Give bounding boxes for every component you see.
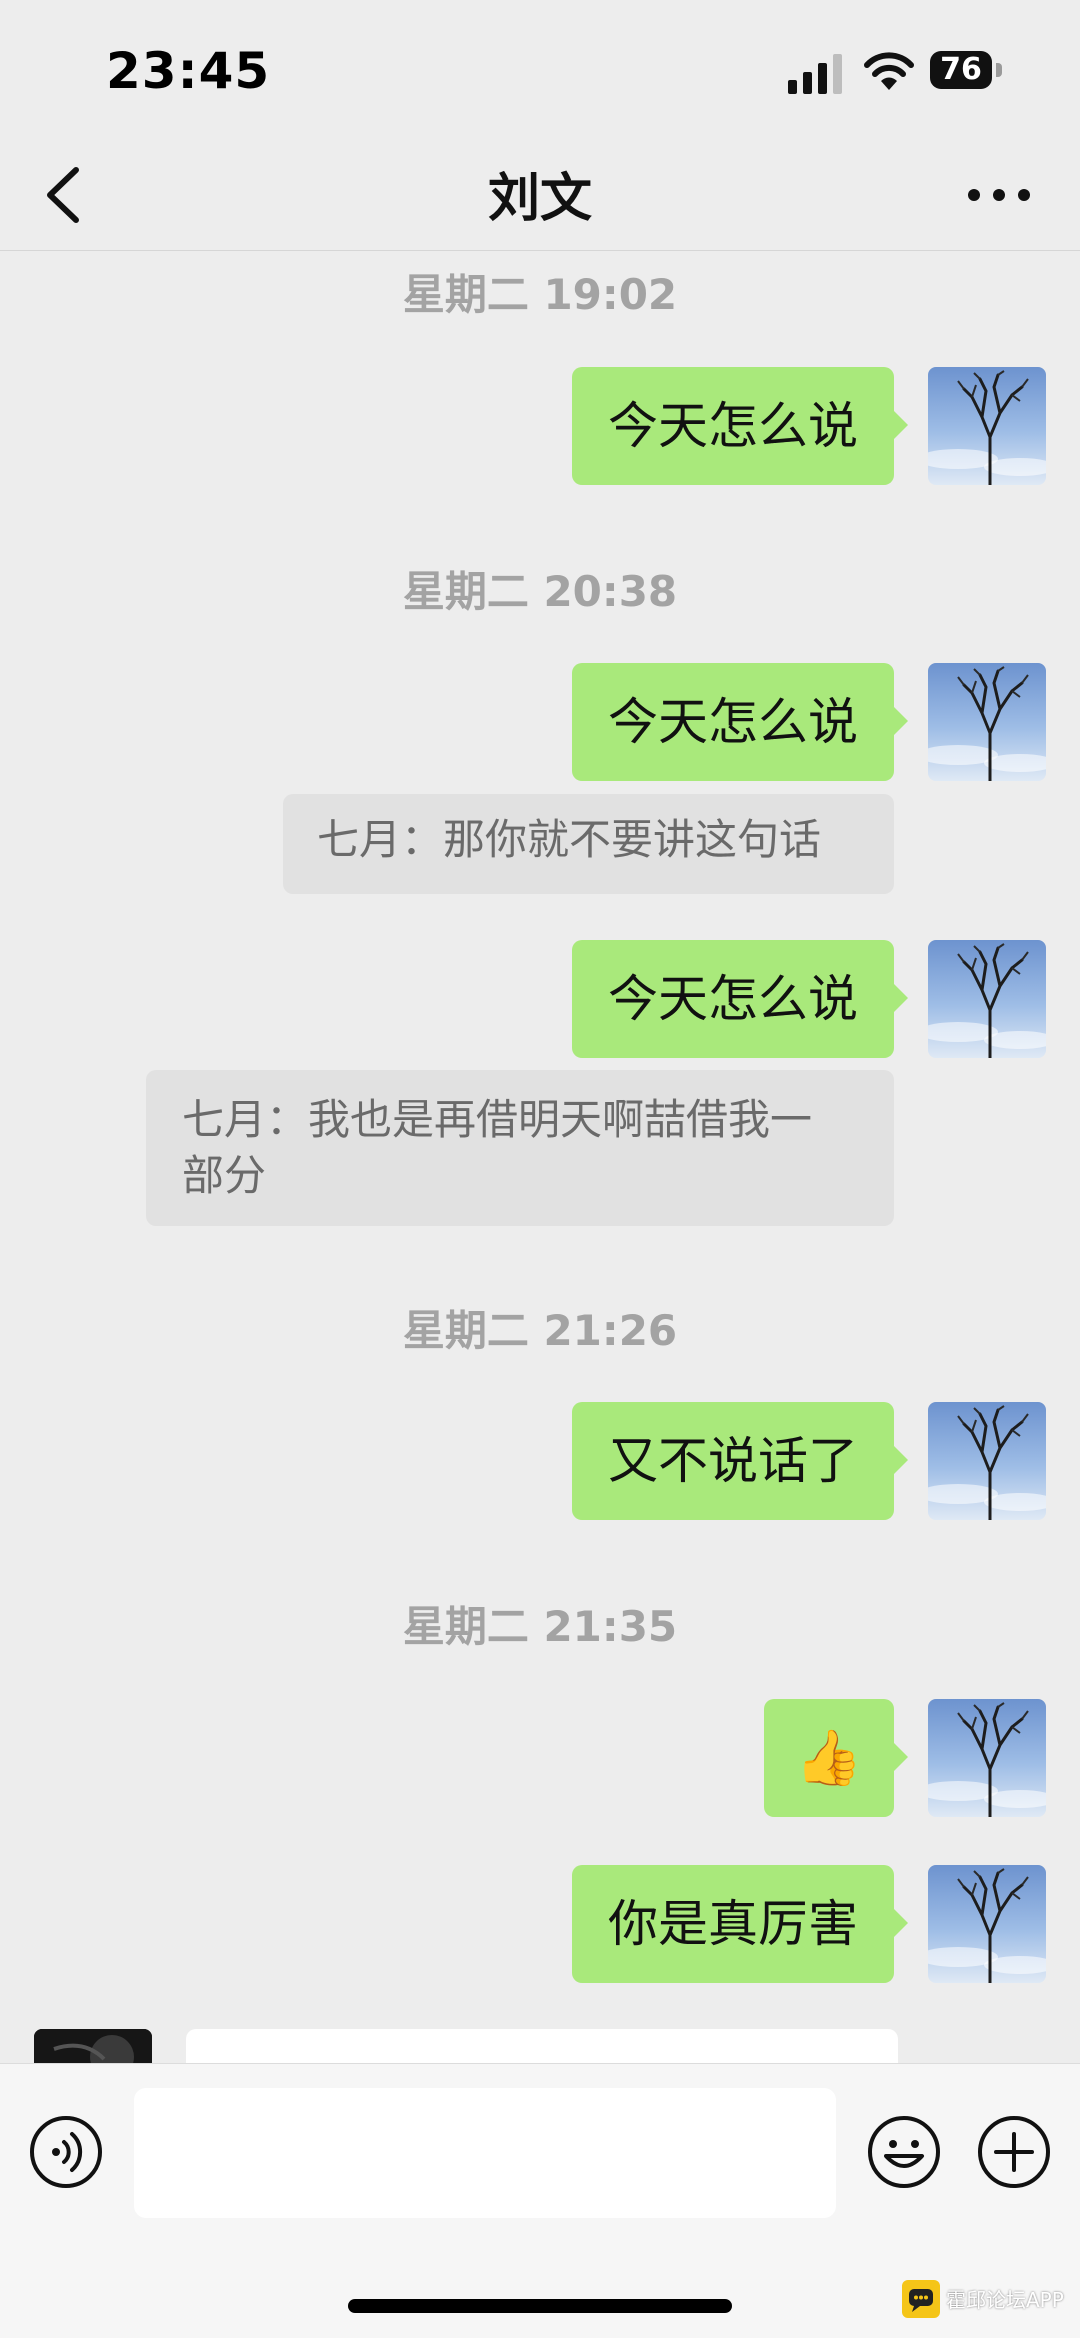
outgoing-message[interactable]: 又不说话了 — [572, 1402, 908, 1520]
quoted-message[interactable]: 七月：我也是再借明天啊喆借我一 部分 — [146, 1070, 894, 1226]
outgoing-message[interactable]: 今天怎么说 — [572, 663, 908, 781]
more-options-icon[interactable] — [966, 180, 1032, 210]
outgoing-emoji-message[interactable]: 👍 — [764, 1699, 908, 1817]
my-avatar[interactable] — [928, 663, 1046, 781]
message-timestamp: 星期二 21:35 — [402, 1602, 678, 1651]
my-avatar[interactable] — [928, 367, 1046, 485]
incoming-message[interactable] — [186, 2029, 898, 2063]
emoji-icon[interactable] — [866, 2114, 942, 2190]
outgoing-message[interactable]: 你是真厉害 — [572, 1865, 908, 1983]
home-indicator — [348, 2299, 732, 2313]
watermark: 霍邱论坛APP — [900, 2278, 1080, 2328]
contact-avatar[interactable] — [34, 2029, 152, 2063]
chat-title: 刘文 — [487, 169, 592, 229]
chat-area[interactable]: 星期二 19:02 今天怎么说 星期二 20:38 今天怎么说 七月：那你就不要… — [0, 251, 1080, 2063]
my-avatar[interactable] — [928, 1865, 1046, 1983]
quoted-text-line-1: 七月：我也是再借明天啊喆借我一 — [182, 1095, 813, 1144]
thumbs-up-icon: 👍 — [795, 1726, 863, 1789]
my-avatar[interactable] — [928, 940, 1046, 1058]
nav-bar: 刘文 — [0, 140, 1080, 251]
quoted-text-line-2: 部分 — [182, 1151, 267, 1200]
watermark-text: 霍邱论坛APP — [946, 2288, 1064, 2312]
message-timestamp: 星期二 20:38 — [402, 567, 678, 616]
status-bar: 23:45 76 — [0, 0, 1080, 140]
voice-input-icon[interactable] — [28, 2114, 104, 2190]
outgoing-message[interactable]: 今天怎么说 — [572, 940, 908, 1058]
plus-icon[interactable] — [976, 2114, 1052, 2190]
my-avatar[interactable] — [928, 1699, 1046, 1817]
quoted-text: 七月：那你就不要讲这句话 — [317, 815, 822, 864]
message-timestamp: 星期二 19:02 — [402, 270, 678, 319]
quoted-message[interactable]: 七月：那你就不要讲这句话 — [283, 794, 894, 894]
message-timestamp: 星期二 21:26 — [402, 1306, 678, 1355]
wifi-icon — [864, 52, 914, 90]
cellular-signal-icon — [788, 54, 842, 94]
outgoing-message[interactable]: 今天怎么说 — [572, 367, 908, 485]
battery-level: 76 — [930, 51, 992, 89]
status-time: 23:45 — [106, 42, 271, 100]
my-avatar[interactable] — [928, 1402, 1046, 1520]
watermark-logo-icon — [902, 2280, 940, 2318]
message-input[interactable] — [134, 2088, 836, 2218]
battery-icon: 76 — [930, 51, 1004, 91]
